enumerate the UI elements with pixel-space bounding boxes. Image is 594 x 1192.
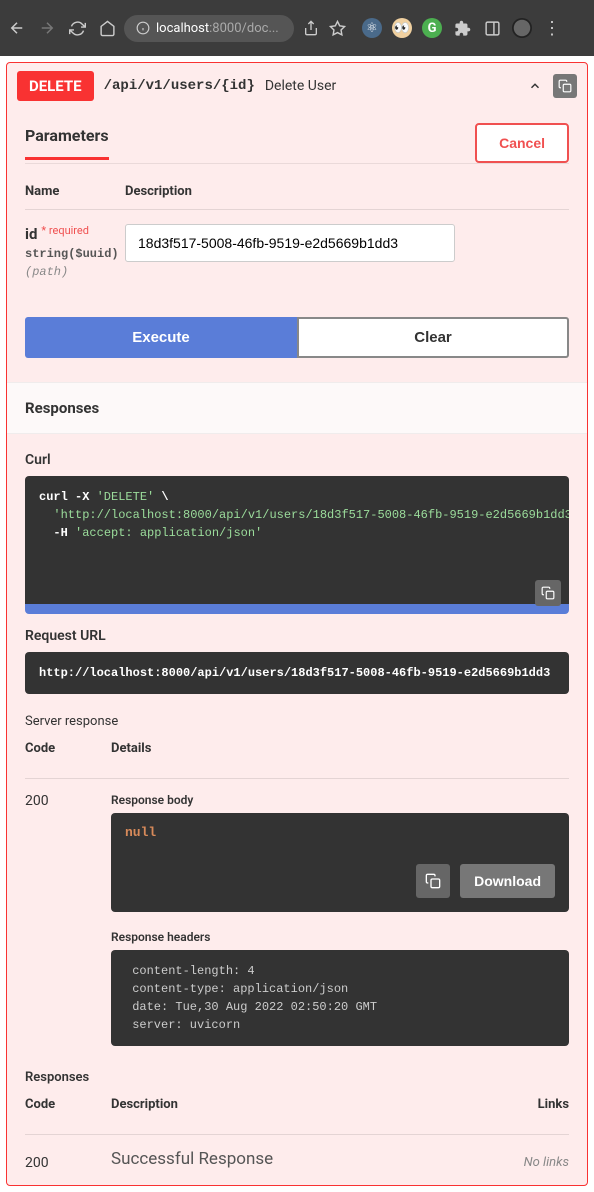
response-body-value: null (125, 825, 555, 840)
star-icon[interactable] (328, 19, 346, 37)
documented-responses-label: Responses (7, 1060, 587, 1091)
execute-button[interactable]: Execute (25, 317, 297, 358)
browser-chrome: localhost:8000/doc... ⚛ 👀 G ⋮ (0, 0, 594, 56)
doc-status-code: 200 (25, 1149, 111, 1171)
share-icon[interactable] (302, 19, 320, 37)
reload-icon[interactable] (68, 19, 86, 37)
response-details-header: Details (111, 741, 569, 756)
copy-body-icon[interactable] (416, 864, 450, 898)
param-name: id (25, 225, 37, 243)
documented-response-row: 200 Successful Response No links (7, 1135, 587, 1185)
browser-menu-icon[interactable]: ⋮ (542, 18, 562, 38)
request-url-block: http://localhost:8000/api/v1/users/18d3f… (25, 652, 569, 694)
url-host: localhost (156, 21, 209, 36)
doc-code-header: Code (25, 1097, 111, 1112)
response-body-block: null Download (111, 813, 569, 912)
required-indicator: * required (41, 224, 89, 237)
curl-command-block: curl -X 'DELETE' \ 'http://localhost:800… (25, 476, 569, 614)
parameters-title: Parameters (25, 126, 109, 160)
param-header-name: Name (25, 184, 125, 199)
curl-label: Curl (25, 452, 569, 468)
server-response-label: Server response (7, 704, 587, 735)
url-bar[interactable]: localhost:8000/doc... (124, 15, 294, 42)
api-operation-block: DELETE /api/v1/users/{id} Delete User Pa… (6, 62, 588, 1186)
responses-title: Responses (7, 382, 587, 434)
operation-summary[interactable]: DELETE /api/v1/users/{id} Delete User (7, 63, 587, 109)
server-response-row: 200 Response body null Download Response… (7, 779, 587, 1060)
extension-react-icon[interactable]: ⚛ (362, 18, 382, 38)
endpoint-path: /api/v1/users/{id} (104, 78, 255, 94)
clear-button[interactable]: Clear (297, 317, 569, 358)
download-button[interactable]: Download (460, 864, 555, 898)
response-body-label: Response body (111, 793, 569, 807)
param-location: (path) (25, 265, 125, 279)
http-method-badge: DELETE (17, 71, 94, 101)
response-status-code: 200 (25, 793, 111, 1046)
copy-path-icon[interactable] (553, 74, 577, 98)
response-headers-label: Response headers (111, 930, 569, 944)
chevron-up-icon[interactable] (525, 79, 545, 93)
doc-description-header: Description (111, 1097, 489, 1112)
doc-links-value: No links (489, 1149, 569, 1170)
home-icon[interactable] (98, 19, 116, 37)
endpoint-summary: Delete User (265, 78, 336, 94)
url-path: :8000/doc... (209, 21, 279, 36)
extension-icon-2[interactable]: 👀 (392, 18, 412, 38)
request-url-label: Request URL (25, 628, 569, 644)
profile-avatar-icon[interactable] (512, 18, 532, 38)
doc-description: Successful Response (111, 1149, 489, 1169)
extension-grammarly-icon[interactable]: G (422, 18, 442, 38)
response-code-header: Code (25, 741, 111, 756)
extensions-icon[interactable] (452, 18, 472, 38)
param-type: string($uuid) (25, 247, 125, 261)
copy-curl-icon[interactable] (535, 580, 561, 606)
cancel-button[interactable]: Cancel (475, 123, 569, 163)
side-panel-icon[interactable] (482, 18, 502, 38)
response-headers-block: content-length: 4 content-type: applicat… (111, 950, 569, 1046)
back-icon[interactable] (8, 19, 26, 37)
param-header-description: Description (125, 184, 569, 199)
doc-links-header: Links (489, 1097, 569, 1112)
forward-icon[interactable] (38, 19, 56, 37)
param-value-input[interactable] (125, 224, 455, 262)
site-info-icon[interactable] (136, 21, 150, 35)
parameter-row: id * required string($uuid) (path) (25, 210, 569, 309)
